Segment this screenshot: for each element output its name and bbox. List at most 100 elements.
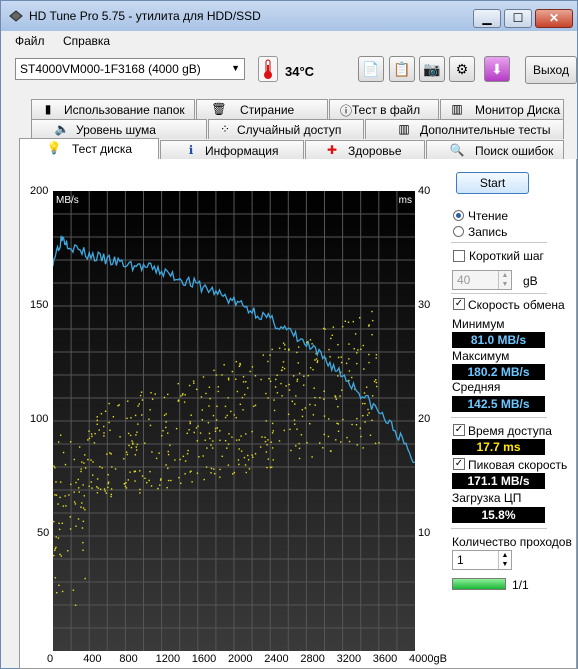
access-time-point <box>214 430 217 432</box>
spinner-arrows-icon[interactable]: ▲ ▼ <box>498 551 511 569</box>
access-time-point <box>353 348 355 350</box>
access-time-point <box>323 398 325 400</box>
access-time-point <box>231 370 234 373</box>
spinner-arrows-icon[interactable]: ▲ ▼ <box>498 271 511 289</box>
access-time-point <box>91 487 93 489</box>
access-time-point <box>75 525 77 527</box>
access-time-point <box>245 433 247 435</box>
burst-rate-label: Пиковая скорость <box>468 458 568 472</box>
tab-health[interactable]: ✚ Здоровье <box>305 140 425 160</box>
access-time-point <box>316 360 319 362</box>
options-button[interactable]: ⚙ <box>449 56 475 82</box>
access-time-point <box>290 449 292 452</box>
access-time-point <box>198 456 200 458</box>
access-time-point <box>329 356 331 358</box>
tab-file-benchmark[interactable]: ⓘ Тест в файл <box>329 99 439 119</box>
access-time-point <box>80 470 82 473</box>
title-bar[interactable]: HD Tune Pro 5.75 - утилита для HDD/SSD ▁… <box>1 1 577 31</box>
access-time-point <box>307 374 309 377</box>
short-step-checkbox[interactable] <box>453 250 465 262</box>
access-time-point <box>170 479 172 482</box>
access-time-point <box>244 464 247 466</box>
access-time-point <box>175 427 178 430</box>
tab-extra-tests[interactable]: ▥ Дополнительные тесты <box>365 119 564 139</box>
burst-rate-value: 171.1 MB/s <box>452 473 545 489</box>
screenshot-button[interactable]: 📷 <box>419 56 445 82</box>
access-time-point <box>247 459 250 461</box>
access-time-point <box>309 367 312 369</box>
minimize-button[interactable]: ▁ <box>473 9 501 28</box>
menu-file[interactable]: Файл <box>15 34 45 48</box>
tab-erase[interactable]: 🗑 Стирание <box>196 99 328 119</box>
access-time-point <box>368 324 370 326</box>
access-time-point <box>188 429 190 431</box>
access-time-point <box>335 398 338 400</box>
access-time-point <box>69 441 72 443</box>
access-time-point <box>118 404 120 406</box>
access-time-point <box>337 423 340 425</box>
access-time-point <box>186 432 188 435</box>
burst-rate-checkbox[interactable]: ✓ <box>453 458 465 470</box>
access-time-point <box>92 461 94 463</box>
access-time-point <box>123 458 125 460</box>
access-time-point <box>189 421 191 423</box>
tab-disk-monitor[interactable]: ▥ Монитор Диска <box>440 99 564 119</box>
access-time-point <box>109 429 111 432</box>
x-tick-label: 3600 <box>372 653 398 665</box>
tab-benchmark[interactable]: 💡 Тест диска <box>19 138 159 160</box>
start-button[interactable]: Start <box>456 172 529 194</box>
access-time-point <box>311 456 313 458</box>
access-time-point <box>88 430 90 432</box>
access-time-point <box>235 439 238 441</box>
access-time-point <box>75 481 77 484</box>
access-time-point <box>314 404 316 406</box>
access-time-point <box>192 380 195 382</box>
access-time-point <box>186 453 189 455</box>
copy-info-button[interactable]: 📄 <box>358 56 384 82</box>
access-time-point <box>150 392 152 394</box>
read-radio[interactable] <box>453 210 464 221</box>
tab-random-access[interactable]: ⁘ Случайный доступ <box>208 119 364 139</box>
exit-button[interactable]: Выход <box>525 56 577 84</box>
min-label: Минимум <box>452 317 505 331</box>
access-time-point <box>135 449 138 451</box>
tab-error-scan[interactable]: 🔍 Поиск ошибок <box>426 140 564 160</box>
access-time-point <box>165 426 167 429</box>
tab-folder-usage[interactable]: ▮ Использование папок <box>31 99 195 119</box>
access-time-point <box>159 479 162 481</box>
close-button[interactable]: ✕ <box>535 9 573 28</box>
access-time-checkbox[interactable]: ✓ <box>453 424 465 436</box>
write-radio[interactable] <box>453 226 464 237</box>
menu-help[interactable]: Справка <box>63 34 110 48</box>
access-time-point <box>341 389 343 391</box>
access-time-point <box>96 423 98 426</box>
access-time-point <box>72 589 75 591</box>
access-time-point <box>107 481 110 483</box>
access-time-point <box>360 348 362 351</box>
folder-icon: ▮ <box>44 102 52 116</box>
access-time-point <box>348 440 351 443</box>
short-step-input[interactable]: 40 ▲ ▼ <box>452 270 512 290</box>
access-time-point <box>219 476 221 478</box>
tab-info[interactable]: ℹ Информация <box>160 140 304 160</box>
tab-noise-level[interactable]: 🔈 Уровень шума <box>31 119 207 139</box>
access-time-point <box>54 547 57 550</box>
access-time-point <box>272 430 274 432</box>
access-time-point <box>167 393 169 396</box>
left-tick-label: 150 <box>30 299 49 311</box>
transfer-rate-checkbox[interactable]: ✓ <box>453 298 465 310</box>
access-time-point <box>202 376 205 378</box>
access-time-point <box>167 479 170 482</box>
maximize-button[interactable]: ☐ <box>504 9 532 28</box>
access-time-point <box>77 478 79 481</box>
access-time-point <box>296 378 299 381</box>
avg-label: Средняя <box>452 380 501 394</box>
access-time-point <box>83 495 86 497</box>
save-button[interactable]: ⬇ <box>484 56 510 82</box>
access-time-point <box>57 503 59 505</box>
drive-select[interactable]: ST4000VM000-1F3168 (4000 gB) ▼ <box>15 58 245 80</box>
passes-input[interactable]: 1 ▲ ▼ <box>452 550 512 570</box>
access-time-point <box>351 376 353 379</box>
copy-all-button[interactable]: 📋 <box>389 56 415 82</box>
access-time-point <box>184 473 186 475</box>
